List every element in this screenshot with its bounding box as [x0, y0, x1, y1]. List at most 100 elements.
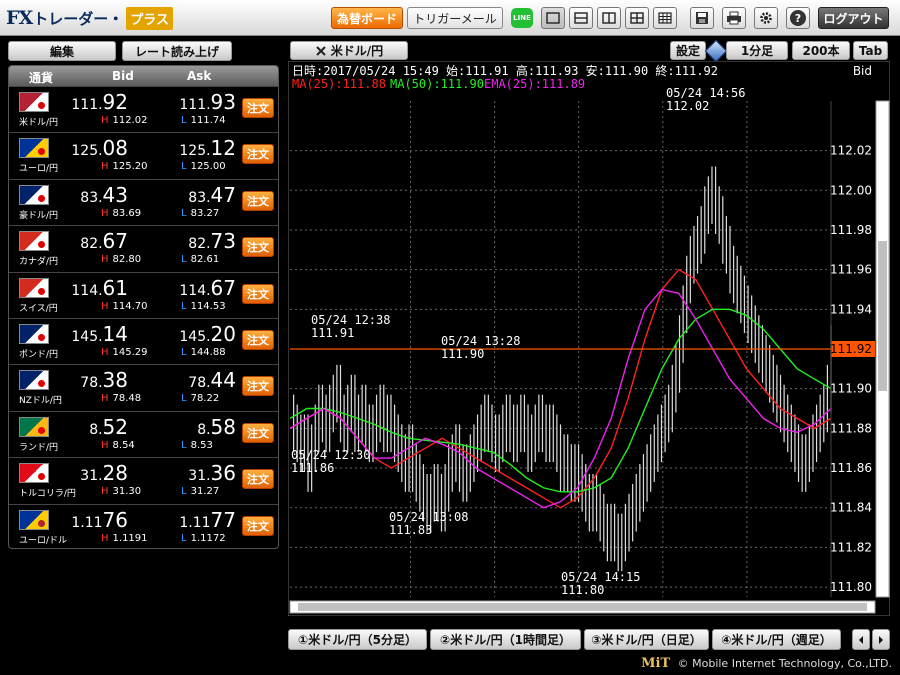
logo-fx: FX — [6, 7, 33, 29]
layout-quad-button[interactable] — [625, 7, 649, 29]
print-button[interactable] — [722, 7, 746, 29]
tab-scroll-right-button[interactable] — [872, 629, 890, 650]
y-tick-label: 111.88 — [830, 421, 872, 435]
bid-price: 1.1176 — [71, 507, 128, 532]
tab-button[interactable]: Tab — [853, 41, 888, 60]
pair-name: 米ドル/円 — [19, 118, 59, 128]
low-value: L 31.27 — [181, 486, 220, 498]
chart-pair-label: 米ドル/円 — [330, 44, 384, 58]
annotation-time: 05/24 13:08 — [389, 510, 468, 524]
chart-settings-button[interactable]: 設定 — [670, 41, 706, 60]
settings-button[interactable] — [754, 7, 778, 29]
print-icon — [727, 11, 741, 25]
rate-row-za-jp[interactable]: ランド/円 8.52 8.58 H 8.54 L 8.53 注文 — [9, 410, 278, 457]
drawing-tool-icon[interactable] — [704, 39, 728, 63]
bid-price: 8.52 — [89, 414, 128, 439]
high-value: H 78.48 — [101, 393, 142, 405]
rate-row-eu-jp[interactable]: ユーロ/円 125.08 125.12 H 125.20 L 125.00 注文 — [9, 132, 278, 178]
layout-horizontal-icon — [574, 12, 588, 24]
chart-tab-5min[interactable]: ①米ドル/円（5分足） — [288, 629, 427, 650]
layout-quad-icon — [630, 12, 644, 24]
interval-select[interactable]: 1分足 — [726, 41, 788, 60]
rate-row-ca-jp[interactable]: カナダ/円 82.67 82.73 H 82.80 L 82.61 注文 — [9, 225, 278, 271]
rate-row-us-jp[interactable]: 米ドル/円 111.92 111.93 H 112.02 L 111.74 注文 — [9, 86, 278, 132]
trigger-mail-button[interactable]: トリガーメール — [407, 7, 503, 29]
ask-price: 125.12 — [179, 136, 236, 161]
order-button[interactable]: 注文 — [242, 237, 274, 258]
y-tick-label: 111.86 — [830, 461, 872, 475]
layout-single-button[interactable] — [541, 7, 565, 29]
y-tick-label: 111.80 — [830, 580, 872, 594]
annotation-price: 111.90 — [441, 347, 484, 361]
line-button[interactable]: LINE — [509, 7, 535, 29]
flag-gb-jp-icon — [19, 323, 49, 344]
copyright-text: © Mobile Internet Technology, Co.,LTD. — [677, 657, 892, 670]
order-button[interactable]: 注文 — [242, 515, 274, 536]
rate-read-button[interactable]: レート読み上げ — [122, 41, 232, 61]
rate-row-au-jp[interactable]: 豪ドル/円 83.43 83.47 H 83.69 L 83.27 注文 — [9, 178, 278, 225]
chart-tab-1hour[interactable]: ②米ドル/円（1時間足） — [430, 629, 581, 650]
high-value: H 125.20 — [101, 161, 148, 173]
bid-label: Bid — [853, 64, 872, 78]
chart-tab-weekly[interactable]: ④米ドル/円（週足） — [712, 629, 841, 650]
app-logo: FX トレーダー・ プラス — [6, 6, 173, 30]
save-button[interactable] — [690, 7, 714, 29]
order-button[interactable]: 注文 — [242, 422, 274, 443]
close-icon[interactable] — [315, 45, 327, 57]
layout-vertical-button[interactable] — [597, 7, 621, 29]
rate-row-tr-jp[interactable]: トルコリラ/円 31.28 31.36 H 31.30 L 31.27 注文 — [9, 457, 278, 503]
y-tick-label: 111.94 — [830, 302, 872, 316]
high-value: H 145.29 — [101, 346, 148, 358]
y-tick-label: 111.96 — [830, 263, 872, 277]
horizontal-scrollbar-thumb[interactable] — [298, 603, 867, 611]
footer: MiT © Mobile Internet Technology, Co.,LT… — [641, 656, 892, 671]
low-value: L 144.88 — [181, 346, 226, 358]
rate-board-header: 通貨 Bid Ask — [9, 66, 278, 86]
low-value: L 78.22 — [181, 393, 220, 405]
flag-ca-jp-icon — [19, 231, 49, 252]
layout-single-icon — [546, 12, 560, 24]
order-button[interactable]: 注文 — [242, 283, 274, 304]
order-button[interactable]: 注文 — [242, 329, 274, 350]
rate-row-eu-us[interactable]: ユーロ/ドル 1.1176 1.1177 H 1.1191 L 1.1172 注文 — [9, 503, 278, 548]
chart-tab-daily[interactable]: ③米ドル/円（日足） — [584, 629, 709, 650]
chart-pair-tab[interactable]: 米ドル/円 — [290, 41, 408, 60]
count-select[interactable]: 200本 — [792, 41, 850, 60]
pair-name: ポンド/円 — [19, 349, 59, 360]
logout-button[interactable]: ログアウト — [818, 7, 889, 29]
edit-button[interactable]: 編集 — [8, 41, 116, 61]
mit-logo: MiT — [641, 656, 671, 671]
rate-row-nz-jp[interactable]: NZドル/円 78.38 78.44 H 78.48 L 78.22 注文 — [9, 364, 278, 410]
ask-price: 31.36 — [188, 461, 236, 486]
order-button[interactable]: 注文 — [242, 98, 274, 118]
low-value: L 125.00 — [181, 161, 226, 173]
help-button[interactable]: ? — [786, 7, 810, 29]
bid-price: 111.92 — [71, 90, 128, 114]
vertical-scrollbar-thumb[interactable] — [878, 241, 887, 391]
ask-price: 111.93 — [179, 90, 236, 114]
flag-nz-jp-icon — [19, 370, 49, 391]
flag-ch-jp-icon — [19, 277, 49, 298]
help-icon: ? — [790, 10, 806, 26]
order-button[interactable]: 注文 — [242, 469, 274, 490]
rate-row-ch-jp[interactable]: スイス/円 114.61 114.67 H 114.70 L 114.53 注文 — [9, 271, 278, 318]
ask-price: 1.1177 — [179, 507, 236, 532]
high-value: H 82.80 — [101, 254, 142, 266]
layout-horizontal-button[interactable] — [569, 7, 593, 29]
kawase-board-button[interactable]: 為替ボード — [331, 7, 403, 29]
layout-grid-button[interactable] — [653, 7, 677, 29]
high-value: H 114.70 — [101, 300, 148, 312]
bid-price: 82.67 — [80, 229, 128, 254]
low-value: L 111.74 — [181, 115, 226, 126]
tab-scroll-left-button[interactable] — [852, 629, 870, 650]
order-button[interactable]: 注文 — [242, 144, 274, 165]
flag-tr-jp-icon — [19, 463, 49, 484]
col-ask: Ask — [187, 69, 212, 83]
order-button[interactable]: 注文 — [242, 190, 274, 211]
price-chart[interactable]: 112.02 112.00 111.98 111.96 111.94 111.92 111.… — [288, 61, 890, 616]
low-value: L 8.53 — [181, 439, 213, 451]
order-button[interactable]: 注文 — [242, 376, 274, 397]
rate-row-gb-jp[interactable]: ポンド/円 145.14 145.20 H 145.29 L 144.88 注文 — [9, 317, 278, 364]
logo-plus: プラス — [126, 6, 173, 30]
annotation-price: 111.86 — [291, 461, 334, 475]
